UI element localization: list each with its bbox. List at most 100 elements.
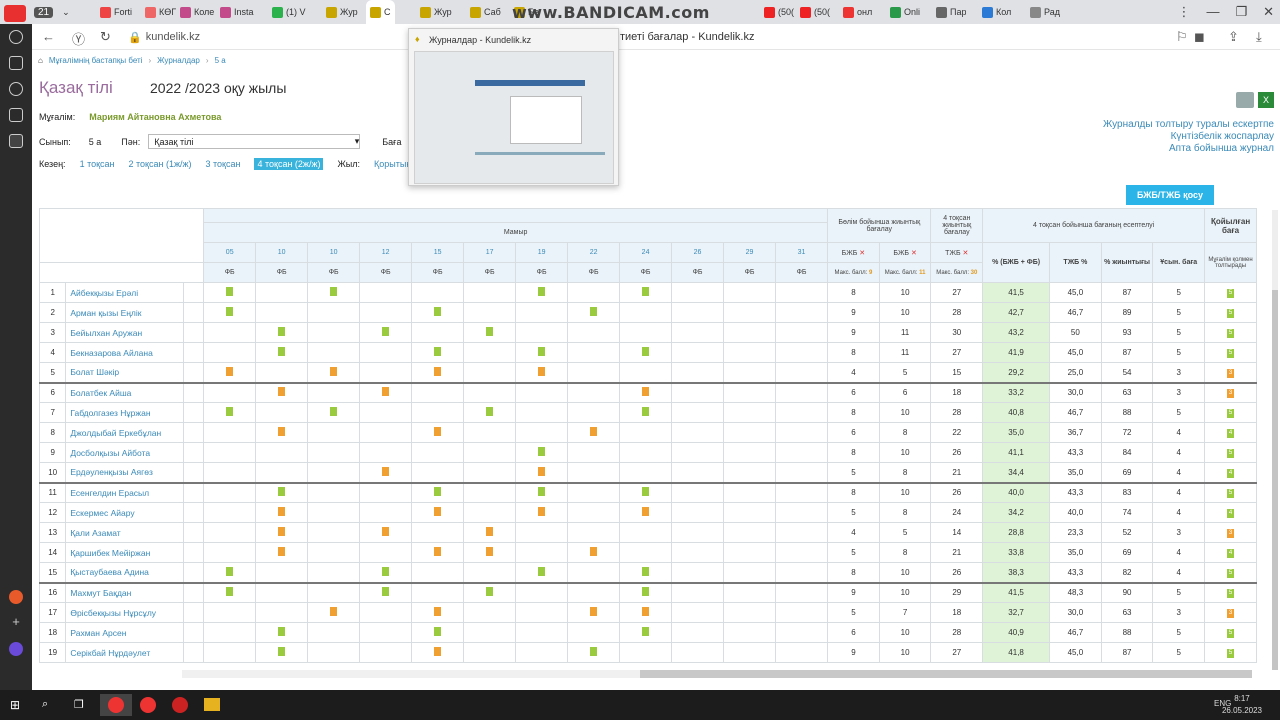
grade-mark[interactable] (538, 287, 546, 296)
grade-cell[interactable] (255, 342, 309, 363)
bjb-2-score[interactable]: 8 (878, 462, 932, 483)
grade-cell[interactable] (515, 542, 569, 563)
download-icon[interactable]: ⤓ (1256, 29, 1262, 45)
final-grade-mark[interactable]: 3 (1227, 389, 1235, 399)
grade-cell[interactable] (359, 522, 413, 543)
grade-cell[interactable] (619, 481, 673, 503)
final-grade-cell[interactable]: 4 (1204, 422, 1257, 443)
grade-cell[interactable] (359, 481, 413, 503)
grade-cell[interactable] (307, 542, 361, 563)
grade-cell[interactable] (411, 402, 465, 423)
grade-mark[interactable] (226, 287, 234, 296)
grade-cell[interactable] (723, 462, 777, 483)
final-grade-cell[interactable]: 5 (1204, 642, 1257, 663)
grade-cell[interactable] (411, 642, 465, 663)
student-name[interactable]: Өрісбекқызы Нұрсұлу (65, 602, 184, 623)
extension-icon[interactable]: ⚐ (1176, 29, 1188, 45)
grade-cell[interactable] (775, 402, 829, 423)
tjb-score[interactable]: 28 (930, 302, 984, 323)
grade-mark[interactable] (486, 587, 494, 597)
grade-cell[interactable] (255, 402, 309, 423)
grade-cell[interactable] (307, 302, 361, 323)
grade-cell[interactable] (567, 581, 621, 603)
grade-cell[interactable] (619, 602, 673, 623)
grade-cell[interactable] (411, 562, 465, 583)
grade-cell[interactable] (307, 362, 361, 383)
student-name[interactable]: Ердәуленқызы Аягөз (65, 462, 184, 483)
tjb-score[interactable]: 28 (930, 622, 984, 643)
grade-mark[interactable] (642, 587, 650, 597)
final-grade-mark[interactable]: 5 (1227, 568, 1235, 578)
grade-cell[interactable] (671, 542, 725, 563)
final-grade-cell[interactable]: 5 (1204, 322, 1257, 343)
period-2[interactable]: 2 тоқсан (1ж/ж) (129, 159, 192, 169)
grade-mark[interactable] (434, 366, 442, 376)
final-grade-mark[interactable]: 4 (1227, 549, 1235, 558)
grade-cell[interactable] (411, 622, 465, 643)
grade-cell[interactable] (723, 622, 777, 643)
grade-cell[interactable] (255, 581, 309, 603)
bjb-1-score[interactable]: 9 (827, 642, 880, 663)
horizontal-scrollbar[interactable] (182, 670, 1252, 678)
add-assessment-button[interactable]: БЖБ/ТЖБ қосу (1126, 185, 1214, 205)
grade-cell[interactable] (723, 602, 777, 623)
bjb-2-score[interactable]: 8 (878, 542, 932, 563)
grade-mark[interactable] (538, 466, 546, 476)
final-grade-mark[interactable]: 5 (1227, 629, 1235, 638)
grade-cell[interactable] (723, 342, 777, 363)
grade-cell[interactable] (775, 462, 829, 483)
tjb-score[interactable]: 24 (930, 502, 984, 523)
grade-mark[interactable] (590, 647, 598, 656)
grade-mark[interactable] (278, 647, 286, 656)
final-grade-mark[interactable]: 4 (1227, 468, 1235, 478)
date-header[interactable]: 05 (203, 242, 257, 263)
date-header[interactable]: 31 (775, 242, 829, 263)
final-grade-mark[interactable]: 5 (1227, 449, 1235, 458)
tjb-score[interactable]: 26 (930, 481, 984, 503)
bjb-2-score[interactable]: 10 (878, 642, 932, 663)
grade-cell[interactable] (411, 342, 465, 363)
browser-tab[interactable]: Рад (1030, 2, 1060, 22)
grade-cell[interactable] (619, 322, 673, 343)
grade-cell[interactable] (255, 282, 309, 303)
grade-cell[interactable] (307, 581, 361, 603)
grade-cell[interactable] (307, 562, 361, 583)
grade-mark[interactable] (330, 287, 338, 296)
bjb-1-score[interactable]: 6 (827, 622, 880, 643)
task-view-icon[interactable]: ❐ (74, 698, 84, 711)
grade-mark[interactable] (330, 607, 338, 616)
share-icon[interactable]: ⇪ (1228, 29, 1239, 45)
alice-app-icon[interactable] (9, 590, 23, 604)
grade-cell[interactable] (619, 302, 673, 323)
student-name[interactable]: Серікбай Нұрдәулет (65, 642, 184, 663)
grade-mark[interactable] (382, 566, 390, 576)
file-explorer-icon[interactable] (204, 698, 220, 711)
grade-cell[interactable] (515, 581, 569, 603)
final-grade-cell[interactable]: 5 (1204, 282, 1257, 303)
bjb-2-score[interactable]: 10 (878, 282, 932, 303)
calendar-plan-link[interactable]: Күнтізбелік жоспарлау (1103, 131, 1274, 143)
grade-cell[interactable] (671, 481, 725, 503)
grade-cell[interactable] (723, 322, 777, 343)
grade-cell[interactable] (255, 522, 309, 543)
grade-cell[interactable] (567, 442, 621, 463)
grade-cell[interactable] (671, 282, 725, 303)
bjb-1-score[interactable]: 9 (827, 322, 880, 343)
grade-mark[interactable] (278, 387, 286, 397)
student-name[interactable]: Махмут Бақдан (65, 581, 184, 603)
grade-cell[interactable] (255, 562, 309, 583)
grade-cell[interactable] (671, 381, 725, 403)
grade-cell[interactable] (671, 562, 725, 583)
grade-cell[interactable] (307, 322, 361, 343)
grade-mark[interactable] (642, 627, 650, 636)
grade-mark[interactable] (278, 507, 286, 516)
date-header[interactable]: 24 (619, 242, 673, 263)
grade-cell[interactable] (775, 342, 829, 363)
grade-cell[interactable] (515, 502, 569, 523)
grade-cell[interactable] (619, 402, 673, 423)
grade-cell[interactable] (463, 642, 517, 663)
grade-mark[interactable] (538, 347, 546, 356)
grade-cell[interactable] (463, 542, 517, 563)
subject-select[interactable]: Қазақ тілі ▾ (148, 134, 361, 149)
tjb-score[interactable]: 30 (930, 322, 984, 343)
